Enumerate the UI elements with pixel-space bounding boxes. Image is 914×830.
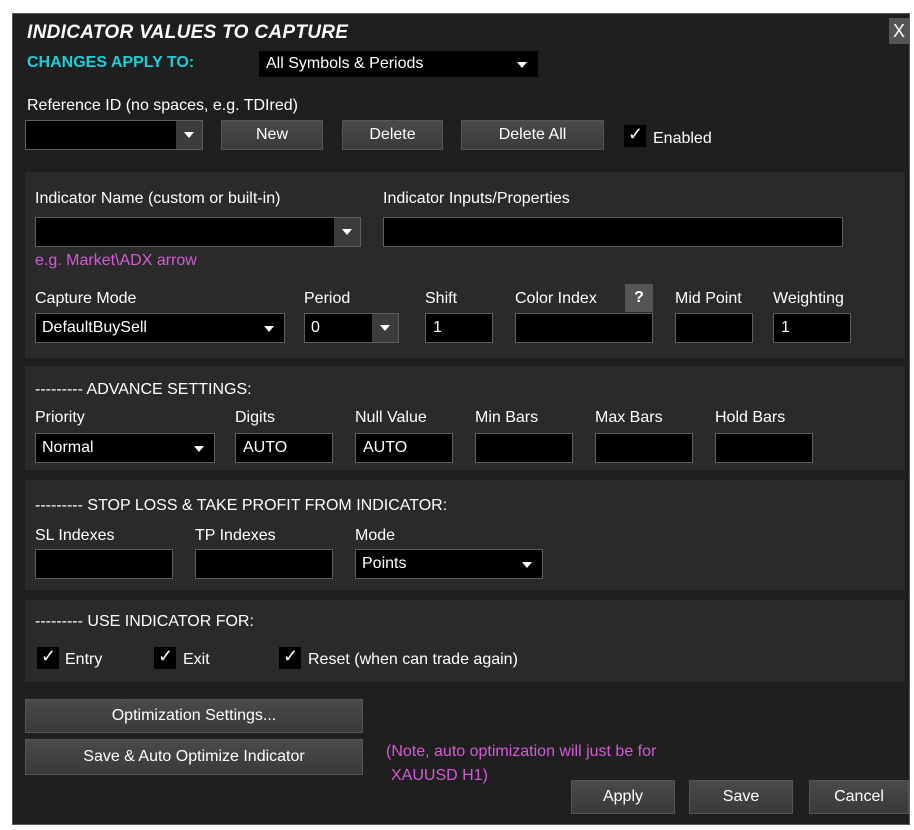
changes-apply-dropdown[interactable]: All Symbols & Periods bbox=[259, 51, 538, 77]
reset-label: Reset (when can trade again) bbox=[308, 651, 518, 668]
period-dropdown[interactable]: 0 bbox=[304, 313, 399, 343]
weighting-field[interactable]: 1 bbox=[773, 313, 851, 343]
indicator-dialog: INDICATOR VALUES TO CAPTURE X CHANGES AP… bbox=[12, 13, 910, 825]
chevron-down-icon bbox=[522, 562, 532, 568]
max-bars-label: Max Bars bbox=[595, 409, 663, 426]
hold-bars-label: Hold Bars bbox=[715, 409, 786, 426]
mode-dropdown[interactable]: Points bbox=[355, 549, 543, 579]
tp-indexes-field[interactable] bbox=[195, 549, 333, 579]
chevron-down-icon bbox=[184, 132, 194, 138]
mid-point-field[interactable] bbox=[675, 313, 753, 343]
mode-value: Points bbox=[362, 555, 407, 572]
shift-field[interactable]: 1 bbox=[425, 313, 493, 343]
null-value-label: Null Value bbox=[355, 409, 427, 426]
advance-settings-header: --------- ADVANCE SETTINGS: bbox=[35, 381, 252, 398]
null-value-field[interactable]: AUTO bbox=[355, 433, 453, 463]
save-auto-optimize-button[interactable]: Save & Auto Optimize Indicator bbox=[25, 739, 363, 775]
enabled-checkbox[interactable]: ✓ bbox=[624, 124, 646, 147]
digits-label: Digits bbox=[235, 409, 276, 426]
optimization-note-line2: XAUUSD H1) bbox=[391, 767, 488, 784]
sl-indexes-label: SL Indexes bbox=[35, 527, 115, 544]
digits-field[interactable]: AUTO bbox=[235, 433, 333, 463]
entry-checkbox[interactable]: ✓ bbox=[37, 646, 59, 669]
min-bars-label: Min Bars bbox=[475, 409, 539, 426]
apply-button[interactable]: Apply bbox=[571, 780, 675, 814]
chevron-down-icon bbox=[380, 325, 390, 331]
priority-value: Normal bbox=[42, 439, 94, 456]
mid-point-label: Mid Point bbox=[675, 290, 742, 307]
check-icon: ✓ bbox=[41, 646, 57, 666]
sl-tp-header: --------- STOP LOSS & TAKE PROFIT FROM I… bbox=[35, 497, 448, 514]
chevron-down-icon bbox=[194, 446, 204, 452]
capture-mode-dropdown[interactable]: DefaultBuySell bbox=[35, 313, 285, 343]
max-bars-field[interactable] bbox=[595, 433, 693, 463]
indicator-name-dropdown[interactable] bbox=[35, 217, 361, 247]
chevron-down-icon bbox=[342, 229, 352, 235]
check-icon: ✓ bbox=[628, 124, 644, 144]
indicator-name-label: Indicator Name (custom or built-in) bbox=[35, 190, 281, 207]
period-label: Period bbox=[304, 290, 351, 307]
indicator-example-hint: e.g. Market\ADX arrow bbox=[35, 252, 197, 269]
use-indicator-header: --------- USE INDICATOR FOR: bbox=[35, 613, 254, 630]
changes-apply-label: CHANGES APPLY TO: bbox=[27, 54, 195, 71]
save-button[interactable]: Save bbox=[689, 780, 793, 814]
color-index-field[interactable] bbox=[515, 313, 653, 343]
optimization-settings-button[interactable]: Optimization Settings... bbox=[25, 699, 363, 733]
chevron-down-icon bbox=[264, 326, 274, 332]
indicator-inputs-label: Indicator Inputs/Properties bbox=[383, 190, 570, 207]
weighting-label: Weighting bbox=[773, 290, 844, 307]
dialog-title: INDICATOR VALUES TO CAPTURE bbox=[27, 22, 349, 43]
indicator-inputs-field[interactable] bbox=[383, 217, 843, 247]
period-value: 0 bbox=[311, 319, 320, 336]
color-index-help-button[interactable]: ? bbox=[625, 284, 653, 312]
reference-id-dropdown[interactable] bbox=[25, 120, 203, 150]
cancel-button[interactable]: Cancel bbox=[809, 780, 909, 814]
hold-bars-field[interactable] bbox=[715, 433, 813, 463]
priority-dropdown[interactable]: Normal bbox=[35, 433, 215, 463]
chevron-down-icon bbox=[517, 62, 527, 68]
priority-label: Priority bbox=[35, 409, 85, 426]
reset-checkbox[interactable]: ✓ bbox=[279, 646, 301, 669]
capture-mode-value: DefaultBuySell bbox=[42, 319, 147, 336]
tp-indexes-label: TP Indexes bbox=[195, 527, 276, 544]
sl-indexes-field[interactable] bbox=[35, 549, 173, 579]
delete-all-button[interactable]: Delete All bbox=[461, 120, 604, 150]
capture-mode-label: Capture Mode bbox=[35, 290, 137, 307]
delete-button[interactable]: Delete bbox=[342, 120, 443, 150]
exit-label: Exit bbox=[183, 651, 210, 668]
shift-label: Shift bbox=[425, 290, 458, 307]
optimization-note-line1: (Note, auto optimization will just be fo… bbox=[386, 743, 657, 760]
close-button[interactable]: X bbox=[889, 18, 909, 44]
min-bars-field[interactable] bbox=[475, 433, 573, 463]
mode-label: Mode bbox=[355, 527, 396, 544]
reference-id-label: Reference ID (no spaces, e.g. TDIred) bbox=[27, 97, 298, 114]
check-icon: ✓ bbox=[283, 646, 299, 666]
new-button[interactable]: New bbox=[221, 120, 323, 150]
color-index-label: Color Index bbox=[515, 290, 597, 307]
enabled-label: Enabled bbox=[653, 130, 712, 147]
exit-checkbox[interactable]: ✓ bbox=[154, 646, 176, 669]
check-icon: ✓ bbox=[158, 646, 174, 666]
changes-apply-value: All Symbols & Periods bbox=[266, 55, 424, 72]
entry-label: Entry bbox=[65, 651, 103, 668]
